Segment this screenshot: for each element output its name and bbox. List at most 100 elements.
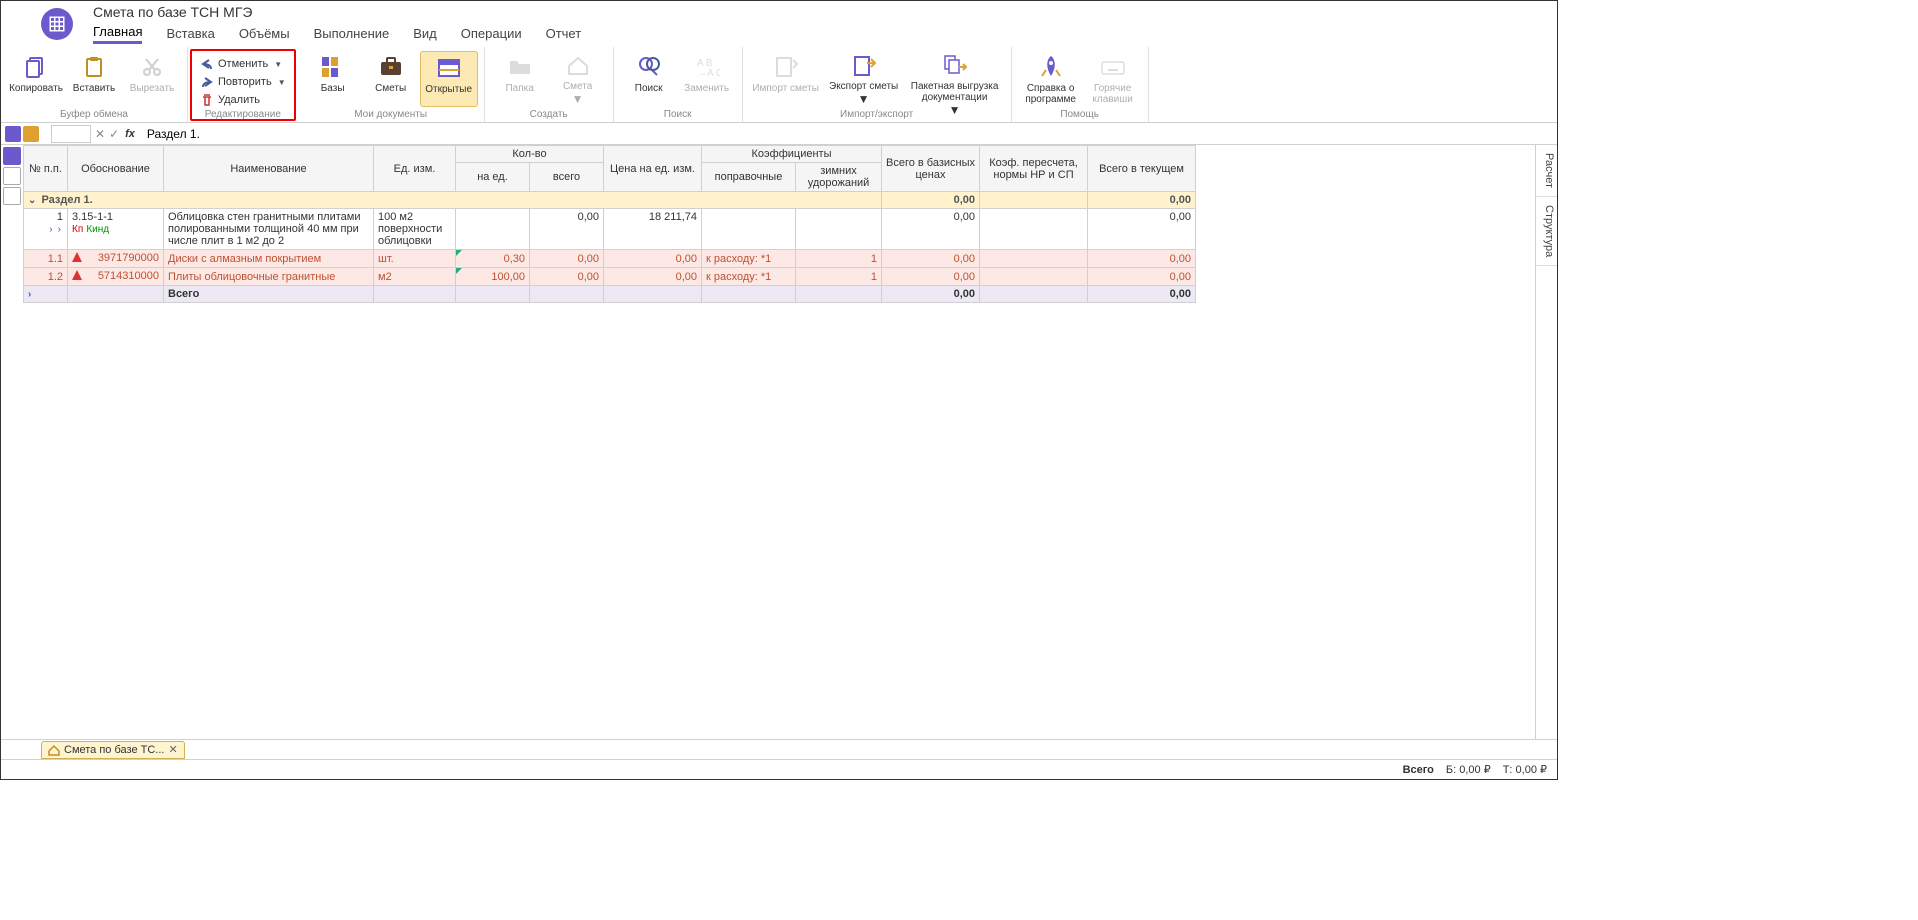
status-label: Всего [1403, 764, 1434, 776]
col-coef-corr[interactable]: поправочные [702, 163, 796, 192]
ribbon-group-create: Папка Смета▼ Создать [485, 47, 614, 122]
trash-icon [200, 93, 214, 107]
tab-ops[interactable]: Операции [461, 24, 522, 43]
view-toggle-1[interactable] [5, 126, 21, 142]
ribbon-group-edit: Отменить▼ Повторить▼ Удалить Редактирова… [190, 49, 296, 121]
close-icon[interactable]: ✕ [168, 743, 177, 756]
table-row[interactable]: 1.1 3971790000 Диски с алмазным покрытие… [24, 250, 1196, 268]
briefcase-icon [377, 53, 405, 81]
estimate-grid[interactable]: № п.п. Обоснование Наименование Ед. изм.… [23, 145, 1535, 739]
col-coef-winter[interactable]: зимних удорожаний [796, 163, 882, 192]
database-icon [319, 53, 347, 81]
right-tab-calc[interactable]: Расчет [1536, 145, 1557, 197]
section-row[interactable]: ⌄ Раздел 1. 0,00 0,00 [24, 192, 1196, 209]
paste-icon [80, 53, 108, 81]
tab-volumes[interactable]: Объёмы [239, 24, 290, 43]
col-unit[interactable]: Ед. изм. [374, 146, 456, 192]
copy-icon [22, 53, 50, 81]
about-button[interactable]: Справка о программе [1018, 51, 1084, 107]
cell-reference-input[interactable] [51, 125, 91, 143]
cut-icon [138, 53, 166, 81]
undo-button[interactable]: Отменить▼ [196, 55, 290, 73]
tab-exec[interactable]: Выполнение [314, 24, 390, 43]
app-window: Смета по базе ТСН МГЭ Главная Вставка Об… [0, 0, 1558, 780]
dropdown-icon: ▼ [858, 92, 870, 106]
import-button[interactable]: Импорт сметы [749, 51, 823, 107]
col-num[interactable]: № п.п. [24, 146, 68, 192]
chevron-icon[interactable]: › [49, 224, 54, 235]
window-title: Смета по базе ТСН МГЭ [93, 4, 581, 20]
delete-button[interactable]: Удалить [196, 91, 290, 109]
confirm-edit-icon[interactable]: ✓ [109, 127, 119, 141]
ribbon-group-clipboard: Копировать Вставить Вырезать Буфер обмен… [1, 47, 188, 122]
grid-table: № п.п. Обоснование Наименование Ед. изм.… [23, 145, 1196, 303]
copy-button[interactable]: Копировать [7, 51, 65, 107]
formula-input[interactable] [141, 125, 1553, 143]
app-icon [41, 8, 73, 40]
batch-icon [941, 53, 969, 79]
undo-icon [200, 57, 214, 71]
bases-button[interactable]: Базы [304, 51, 362, 107]
status-bar: Всего Б: 0,00 ₽ Т: 0,00 ₽ [1, 759, 1557, 779]
col-current[interactable]: Всего в текущем [1088, 146, 1196, 192]
col-qty-per[interactable]: на ед. [456, 163, 530, 192]
leftbar-item-3[interactable] [3, 187, 21, 205]
paste-button[interactable]: Вставить [65, 51, 123, 107]
house-icon [564, 53, 592, 79]
ribbon-group-help: Справка о программе Горячие клавиши Помо… [1012, 47, 1149, 122]
main-area: № п.п. Обоснование Наименование Ед. изм.… [1, 145, 1557, 739]
formula-bar: ✕ ✓ fx [1, 123, 1557, 145]
open-button[interactable]: Открытые [420, 51, 478, 107]
estimates-button[interactable]: Сметы [362, 51, 420, 107]
col-qty-total[interactable]: всего [530, 163, 604, 192]
hotkeys-button[interactable]: Горячие клавиши [1084, 51, 1142, 107]
chevron-icon[interactable]: › [58, 224, 63, 235]
status-base: Б: 0,00 ₽ [1446, 763, 1491, 776]
leftbar-item-2[interactable] [3, 167, 21, 185]
search-button[interactable]: Поиск [620, 51, 678, 107]
folder-button[interactable]: Папка [491, 51, 549, 107]
ribbon-group-impexp: Импорт сметы Экспорт сметы▼ Пакетная выг… [743, 47, 1012, 122]
ribbon-group-search: Поиск A B→A CЗаменить Поиск [614, 47, 743, 122]
table-row[interactable]: 1.2 5714310000 Плиты облицовочные гранит… [24, 268, 1196, 286]
new-estimate-button[interactable]: Смета▼ [549, 51, 607, 107]
cancel-edit-icon[interactable]: ✕ [95, 127, 105, 141]
col-recalc[interactable]: Коэф. пересчета, нормы НР и СП [980, 146, 1088, 192]
cut-button[interactable]: Вырезать [123, 51, 181, 107]
right-tab-structure[interactable]: Структура [1536, 197, 1557, 266]
leftbar-item-1[interactable] [3, 147, 21, 165]
svg-text:→A C: →A C [697, 68, 720, 79]
col-qty[interactable]: Кол-во [456, 146, 604, 163]
tab-insert[interactable]: Вставка [166, 24, 214, 43]
house-icon [48, 744, 60, 756]
dropdown-icon: ▼ [572, 92, 584, 106]
batch-export-button[interactable]: Пакетная выгрузка документации▼ [905, 51, 1005, 107]
replace-button[interactable]: A B→A CЗаменить [678, 51, 736, 107]
col-base[interactable]: Всего в базисных ценах [882, 146, 980, 192]
col-name[interactable]: Наименование [164, 146, 374, 192]
dropdown-icon: ▼ [278, 78, 286, 87]
tab-report[interactable]: Отчет [546, 24, 582, 43]
warning-icon [72, 270, 82, 280]
tab-view[interactable]: Вид [413, 24, 437, 43]
titlebar: Смета по базе ТСН МГЭ Главная Вставка Об… [1, 1, 1557, 47]
view-toggle-2[interactable] [23, 126, 39, 142]
tab-main[interactable]: Главная [93, 22, 142, 44]
left-sidebar [1, 145, 23, 739]
col-coef[interactable]: Коэффициенты [702, 146, 882, 163]
col-basis[interactable]: Обоснование [68, 146, 164, 192]
fx-button[interactable]: fx [123, 128, 137, 140]
import-icon [772, 53, 800, 81]
dropdown-icon: ▼ [949, 103, 961, 117]
window-icon [435, 54, 463, 82]
document-tab[interactable]: Смета по базе ТС... ✕ [41, 741, 185, 759]
export-button[interactable]: Экспорт сметы▼ [823, 51, 905, 107]
folder-icon [506, 53, 534, 81]
right-sidebar: Расчет Структура [1535, 145, 1557, 739]
total-row[interactable]: › Всего 0,00 0,00 [24, 286, 1196, 303]
col-price[interactable]: Цена на ед. изм. [604, 146, 702, 192]
chevron-down-icon[interactable]: ⌄ [28, 195, 38, 206]
table-row[interactable]: 1› › 3.15-1-1Кп Кинд Облицовка стен гран… [24, 209, 1196, 250]
chevron-icon[interactable]: › [28, 289, 33, 300]
redo-button[interactable]: Повторить▼ [196, 73, 290, 91]
